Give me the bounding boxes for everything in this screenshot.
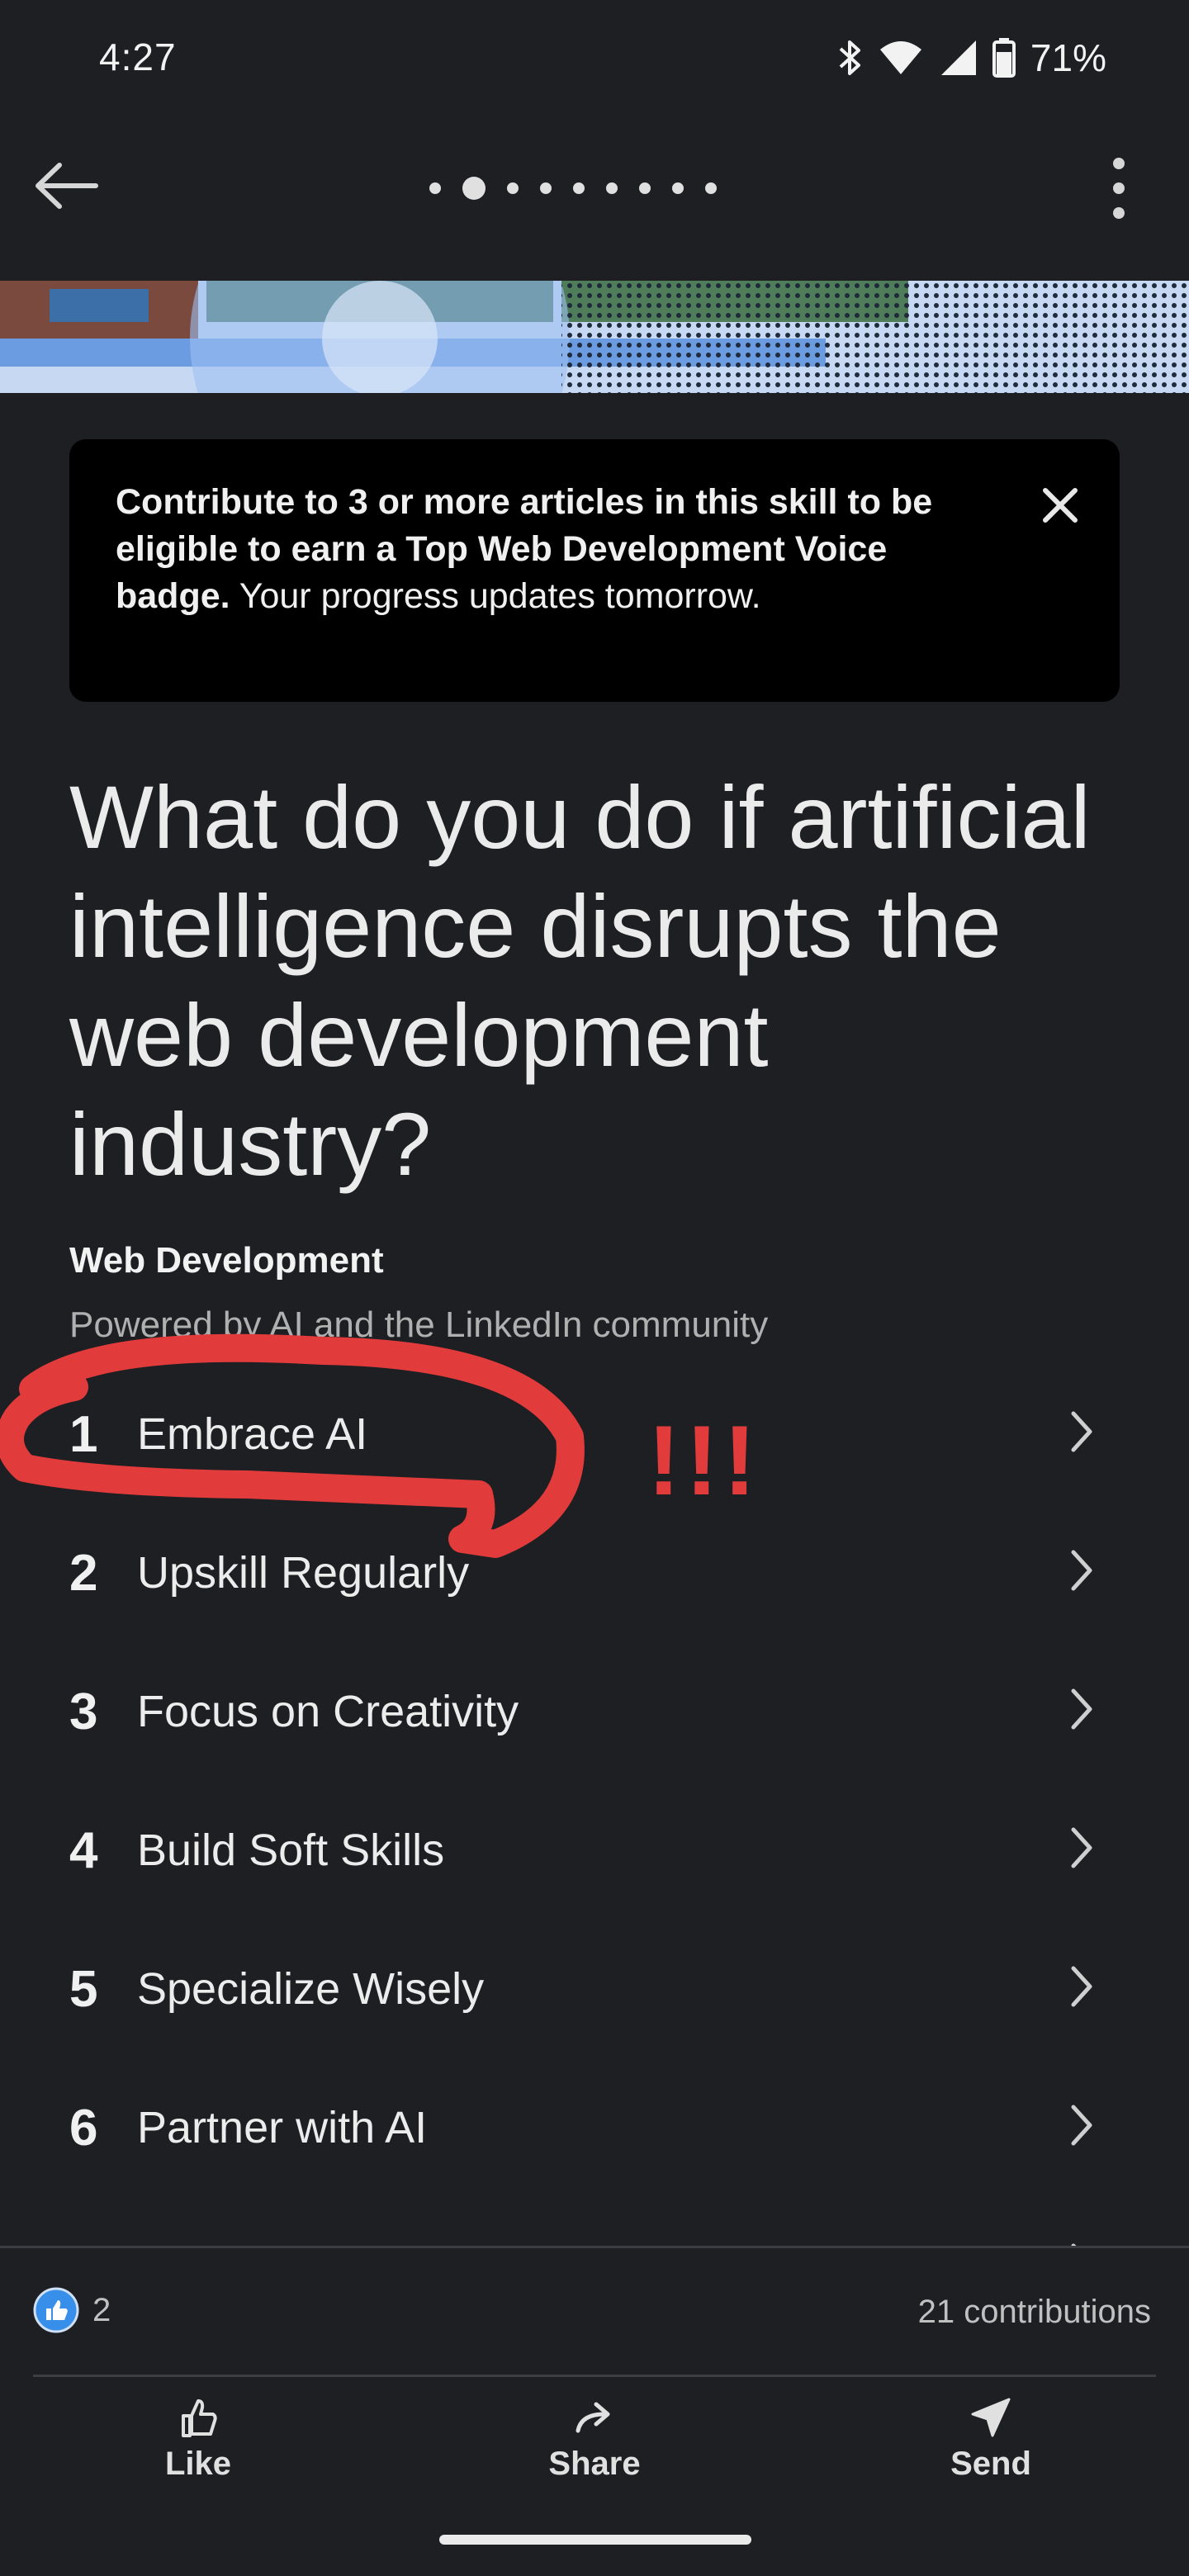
arrow-left-icon [36,163,98,209]
section-number: 7 [69,2237,97,2246]
chevron-right-icon [1071,1966,1092,2007]
thumb-up-icon [182,2399,217,2437]
section-number: 1 [69,1406,98,1463]
signal-icon [940,40,976,75]
skill-link[interactable]: Web Development [69,1240,384,1281]
powered-by-text: Powered by AI and the LinkedIn community [69,1305,769,1345]
send-icon [971,2398,1011,2437]
pager-dot [606,182,618,194]
chevron-right-icon [1071,2243,1077,2246]
section-number: 6 [69,2100,98,2157]
pager-dot [639,182,651,194]
section-label: Specialize Wisely [137,1964,485,2014]
section-label: Upskill Regularly [137,1548,470,1598]
share-arrow-icon [576,2402,610,2433]
more-vert-icon [1113,158,1125,219]
status-icons: 71% [836,33,1106,83]
chevron-right-icon [1071,2105,1092,2146]
notice-regular-text: Your progress updates tomorrow. [230,576,761,616]
section-label: Build Soft Skills [137,1825,445,1875]
send-button[interactable]: Send [908,2394,1073,2510]
section-label: Focus on Creativity [137,1687,519,1736]
status-time: 4:27 [99,36,177,78]
like-button[interactable]: Like [116,2394,281,2510]
share-label: Share [548,2446,641,2482]
section-item[interactable]: 1 Embrace AI [0,1364,1189,1503]
home-indicator[interactable] [439,2535,751,2545]
pager-dot [507,182,519,194]
section-item[interactable]: 7Keep Learning [0,2196,1189,2246]
pager-dot [705,182,717,194]
exclamation-annotation: !!! [647,1405,761,1516]
like-reaction-icon [33,2287,79,2333]
battery-icon [992,38,1016,78]
chevron-right-icon [1071,1827,1092,1868]
back-button[interactable] [30,157,104,215]
notice-text: Contribute to 3 or more articles in this… [116,479,958,620]
share-button[interactable]: Share [512,2394,677,2510]
reactions-summary[interactable]: 2 [33,2287,111,2333]
section-label: Partner with AI [137,2103,428,2152]
chevron-right-icon [1071,1550,1092,1591]
article-pager [429,177,717,200]
section-item[interactable]: 5 Specialize Wisely [0,1919,1189,2057]
section-item[interactable]: 2 Upskill Regularly [0,1503,1189,1641]
battery-percentage: 71% [1030,36,1106,79]
pager-dot-active [462,177,486,200]
contributions-count[interactable]: 21 contributions [918,2294,1151,2331]
section-number: 4 [69,1822,98,1879]
close-icon [1043,488,1078,523]
pager-dot [540,182,552,194]
chevron-right-icon [1071,1411,1092,1452]
section-label: Embrace AI [137,1409,368,1459]
bluetooth-icon [839,40,860,75]
article-banner-image [0,281,1189,393]
footer-divider [0,2246,1189,2248]
badge-eligibility-notice: Contribute to 3 or more articles in this… [69,439,1120,702]
status-bar: 4:27 71% [0,0,1189,116]
article-title: What do you do if artificial intelligenc… [69,767,1091,1194]
more-options-button[interactable] [1098,155,1139,221]
section-number: 5 [69,1961,98,2018]
pager-dot [573,182,585,194]
section-item[interactable]: 4 Build Soft Skills [0,1780,1189,1919]
pager-dot [672,182,684,194]
pager-dot [429,182,441,194]
section-item[interactable]: 6 Partner with AI [0,2057,1189,2196]
section-number: 3 [69,1683,98,1740]
notice-close-button[interactable] [1037,482,1083,528]
section-number: 2 [69,1545,98,1602]
section-list: 1 Embrace AI 2 Upskill Regularly 3 Focus on C… [0,1364,1189,2246]
wifi-icon [879,41,921,74]
like-label: Like [164,2446,232,2482]
send-label: Send [950,2446,1031,2482]
chevron-right-icon [1071,1688,1092,1730]
action-divider [33,2375,1156,2377]
reaction-count: 2 [92,2291,111,2328]
section-item[interactable]: 3 Focus on Creativity [0,1641,1189,1780]
